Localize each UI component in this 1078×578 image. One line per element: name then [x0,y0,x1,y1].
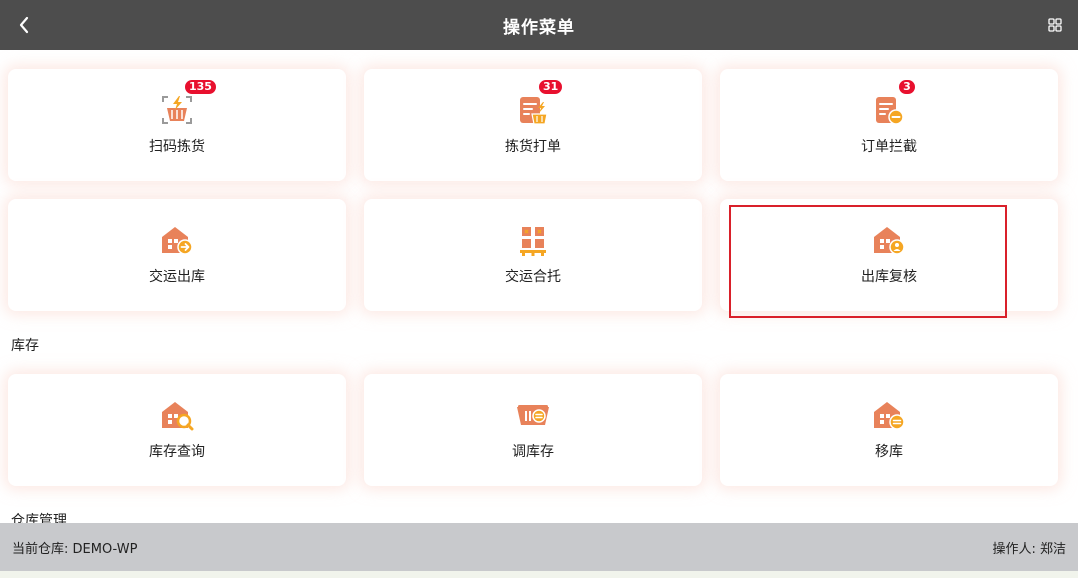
outbound-review-icon [872,223,906,257]
badge-count: 31 [538,79,564,95]
menu-label: 库存查询 [149,444,205,460]
badge-count: 3 [898,79,916,95]
menu-label: 调库存 [512,444,554,460]
menu-card-outbound-review[interactable]: 出库复核 [720,199,1058,311]
menu-card-order-intercept[interactable]: 3 订单拦截 [720,69,1058,181]
grid-icon [1048,18,1062,32]
adjust-inventory-icon [516,398,550,432]
menu-card-scan-pick[interactable]: 135 扫码拣货 [8,69,346,181]
grid-menu-button[interactable] [1048,17,1064,33]
menu-label: 扫码拣货 [149,139,205,155]
menu-card-transfer[interactable]: 移库 [720,374,1058,486]
menu-card-inventory-search[interactable]: 库存查询 [8,374,346,486]
section-title-warehouse-management: 仓库管理 [11,513,67,523]
menu-label: 交运合托 [505,269,561,285]
back-button[interactable] [12,13,36,37]
transfer-icon [872,398,906,432]
operator-name: 操作人: 郑洁 [992,541,1066,557]
pick-print-icon: 31 [516,79,564,127]
menu-label: 订单拦截 [861,139,917,155]
page-title: 操作菜单 [503,17,575,38]
inventory-search-icon [160,398,194,432]
menu-card-adjust-inventory[interactable]: 调库存 [364,374,702,486]
bottom-strip [0,571,1078,578]
scan-basket-icon: 135 [160,79,217,127]
menu-label: 交运出库 [149,269,205,285]
current-warehouse: 当前仓库: DEMO-WP [12,541,138,557]
menu-label: 移库 [875,444,903,460]
badge-count: 135 [184,79,217,95]
menu-card-ship-outbound[interactable]: 交运出库 [8,199,346,311]
menu-card-pick-print[interactable]: 31 拣货打单 [364,69,702,181]
app: 操作菜单 135 扫码拣货 31 拣货打单 3 订单拦截 交运出库 交运合托 出… [0,0,1078,578]
header-bar: 操作菜单 [0,0,1078,50]
pallet-merge-icon [516,223,550,257]
menu-label: 拣货打单 [505,139,561,155]
chevron-left-icon [19,16,29,34]
status-bar: 当前仓库: DEMO-WP 操作人: 郑洁 [0,523,1078,571]
menu-content: 135 扫码拣货 31 拣货打单 3 订单拦截 交运出库 交运合托 出库复核 库… [0,50,1078,523]
ship-outbound-icon [160,223,194,257]
order-intercept-icon: 3 [872,79,916,127]
menu-label: 出库复核 [861,269,917,285]
section-title-inventory: 库存 [11,338,39,354]
menu-card-pallet-merge[interactable]: 交运合托 [364,199,702,311]
